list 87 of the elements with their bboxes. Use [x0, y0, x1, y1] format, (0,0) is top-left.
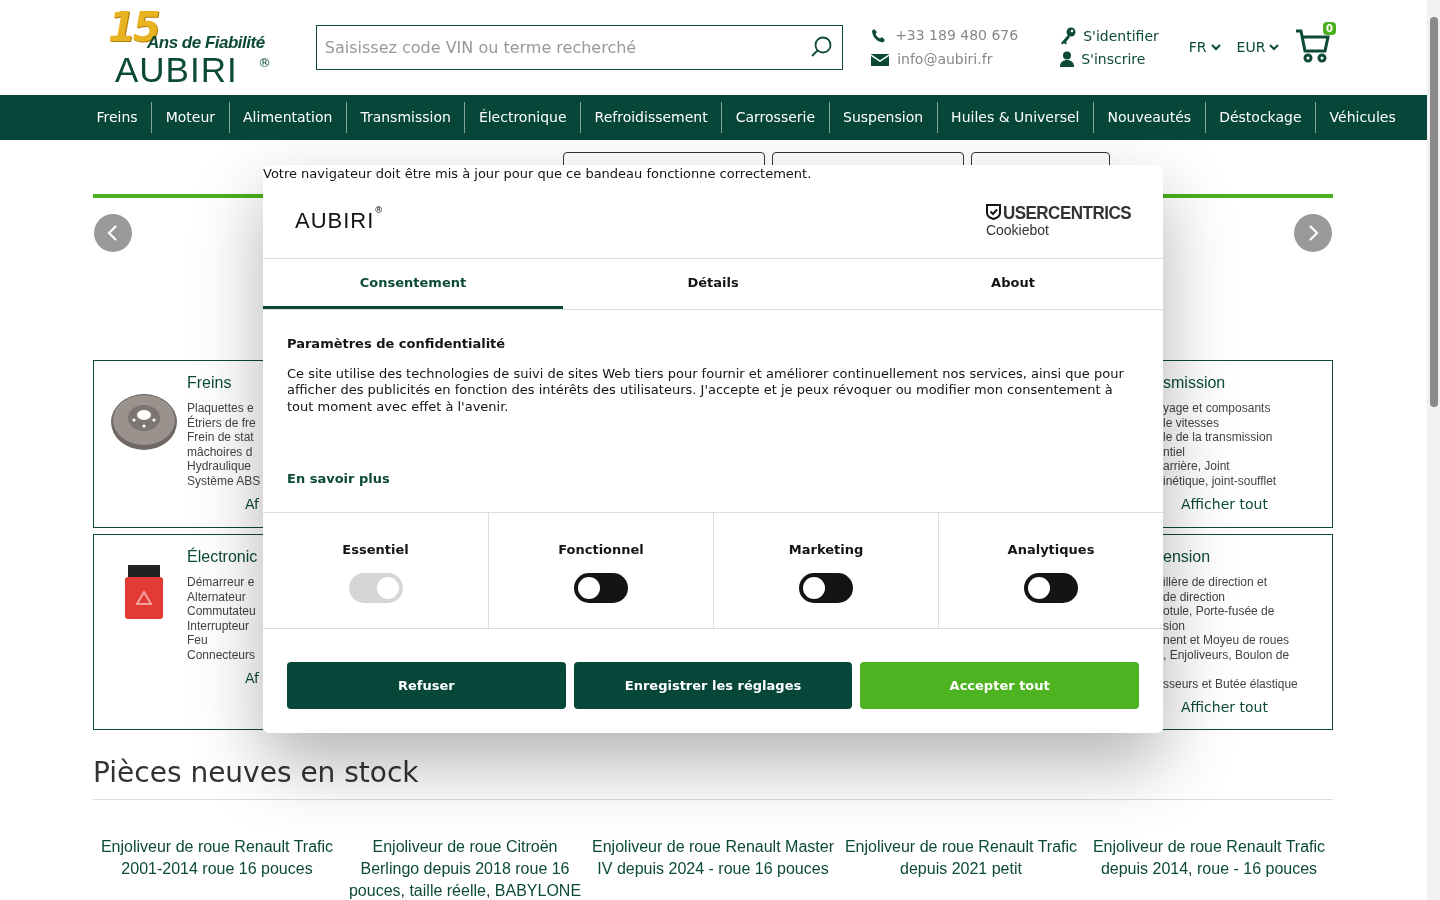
description-text: Ce site utilise des technologies de suivi de sites Web tiers pour fournir et améliorer continuellement nos services, ainsi que pour afficher des publicités en fonction des intérêts des utilisateurs. J'accepte et je peux révoquer ou modifier mon consentement à tout moment avec effet à l'avenir. [287, 365, 1125, 415]
nav-link[interactable]: Huiles & Universel [937, 107, 1093, 128]
show-all-link[interactable]: Afficher tout [1163, 494, 1277, 515]
consent-button[interactable]: Refuser [287, 662, 566, 709]
search-icon[interactable] [809, 35, 834, 59]
shield-check-icon [985, 204, 1001, 220]
dialog-logo: AUBIRI® [295, 203, 384, 235]
phone-icon [871, 27, 888, 44]
nav-link[interactable]: Électronique [465, 107, 581, 128]
category-link[interactable]: yage et composants [1163, 401, 1277, 416]
category-link[interactable]: , Enjoliveurs, Boulon de [1163, 647, 1298, 662]
category-link[interactable]: ntiel [1163, 444, 1277, 459]
category-title[interactable]: Freins [187, 371, 261, 395]
section-heading: Pièces neuves en stock [93, 755, 419, 791]
category-link[interactable]: Interrupteur [187, 618, 259, 633]
mail-icon [871, 53, 890, 66]
nav-link[interactable]: Freins [83, 107, 152, 128]
product-title[interactable]: Enjoliveur de roue Renault Trafic depuis 2021 petit [837, 836, 1085, 900]
nav-link[interactable]: Moteur [152, 107, 229, 128]
email-link[interactable]: info@aubiri.fr [897, 49, 993, 70]
category-link[interactable]: le vitesses [1163, 415, 1277, 430]
product-title[interactable]: Enjoliveur de roue Renault Trafic 2001-2014 roue 16 pouces [93, 836, 341, 900]
toggle-label: Analytiques [1007, 541, 1095, 559]
show-all-link[interactable]: Af [187, 494, 261, 515]
product-title[interactable]: Enjoliveur de roue Renault Master IV depuis 2024 - roue 16 pouces [589, 836, 837, 900]
category-link[interactable]: sseurs et Butée élastique [1163, 676, 1298, 691]
product-title[interactable]: Enjoliveur de roue Citroën Berlingo depuis 2018 roue 16 pouces, taille réelle, BABYLONE [341, 836, 589, 900]
chevron-down-icon [1269, 44, 1280, 51]
category-link[interactable]: sion [1163, 618, 1298, 633]
category-link[interactable]: Système ABS [187, 473, 261, 488]
category-link[interactable]: mâchoires d [187, 444, 261, 459]
nav-link[interactable]: Transmission [346, 107, 465, 128]
category-link[interactable]: inétique, joint-soufflet [1163, 473, 1277, 488]
toggle-label: Essentiel [342, 541, 409, 559]
category-link[interactable]: Hydraulique [187, 459, 261, 474]
nav-link[interactable]: Suspension [829, 107, 937, 128]
tab[interactable]: Consentement [263, 259, 563, 309]
category-link[interactable]: otule, Porte-fusée de [1163, 604, 1298, 619]
category-title[interactable]: smission [1163, 371, 1277, 395]
login-link[interactable]: S'identifier [1083, 25, 1159, 47]
cart-count-badge: 0 [1323, 21, 1336, 35]
category-link[interactable]: Commutateu [187, 604, 259, 619]
search-field[interactable]: Saisissez code VIN ou terme recherché [315, 25, 844, 70]
nav-link[interactable]: Alimentation [229, 107, 346, 128]
toggle-label: Marketing [788, 541, 864, 559]
category-link[interactable]: Plaquettes e [187, 401, 261, 416]
register-link[interactable]: S'inscrire [1081, 48, 1146, 70]
category-link[interactable]: arrière, Joint [1163, 459, 1277, 474]
currency-dropdown[interactable]: EUR [1236, 37, 1280, 58]
category-link[interactable]: Alternateur [187, 589, 259, 604]
toggle-switch[interactable] [799, 572, 853, 603]
user-icon [1060, 51, 1075, 67]
category-link[interactable]: illère de direction et [1163, 575, 1298, 590]
category-link[interactable]: Connecteurs [187, 647, 259, 662]
nav-link[interactable]: Déstockage [1205, 107, 1316, 128]
tab[interactable]: About [863, 259, 1163, 309]
notice-text: Votre navigateur doit être mis à jour pour que ce bandeau fonctionne correctement. [263, 165, 813, 182]
nav-link[interactable]: Véhicules [1316, 107, 1410, 128]
category-link[interactable]: de direction [1163, 589, 1298, 604]
show-all-link[interactable]: Af [187, 668, 259, 689]
category-link[interactable]: Étriers de fre [187, 415, 261, 430]
scrollbar[interactable] [1427, 0, 1440, 900]
nav-link[interactable]: Nouveautés [1094, 107, 1205, 128]
toggle-switch[interactable] [1024, 572, 1078, 603]
provider-name: USERCENTRICS [1002, 202, 1131, 222]
category-link[interactable]: Démarreur e [187, 575, 259, 590]
nav-link[interactable]: Refroidissement [581, 107, 722, 128]
show-all-link[interactable]: Afficher tout [1163, 697, 1298, 718]
consent-button[interactable]: Enregistrer les réglages [573, 662, 853, 709]
chevron-down-icon [1210, 44, 1221, 51]
category-link[interactable]: nent et Moyeu de roues [1163, 633, 1298, 648]
category-title[interactable]: ension [1163, 545, 1298, 569]
language-dropdown[interactable]: FR [1188, 37, 1221, 58]
product-title[interactable]: Enjoliveur de roue Renault Trafic depuis 2014, roue - 16 pouces [1085, 836, 1333, 900]
section-title: Paramètres de confidentialité [287, 335, 507, 353]
toggle-switch[interactable] [574, 572, 628, 603]
provider-product: Cookiebot [985, 222, 1049, 237]
tab[interactable]: Détails [563, 259, 863, 309]
toggle-label: Fonctionnel [558, 541, 644, 559]
nav-link[interactable]: Carrosserie [722, 107, 829, 128]
learn-more-link[interactable]: En savoir plus [287, 468, 390, 488]
category-link[interactable]: le de la transmission [1163, 430, 1277, 445]
category-link[interactable]: Frein de stat [187, 430, 261, 445]
category-title[interactable]: Électronic [187, 545, 259, 569]
key-icon [1060, 27, 1077, 45]
category-link[interactable]: Feu [187, 633, 259, 648]
phone-number: +33 189 480 676 [895, 26, 1019, 45]
